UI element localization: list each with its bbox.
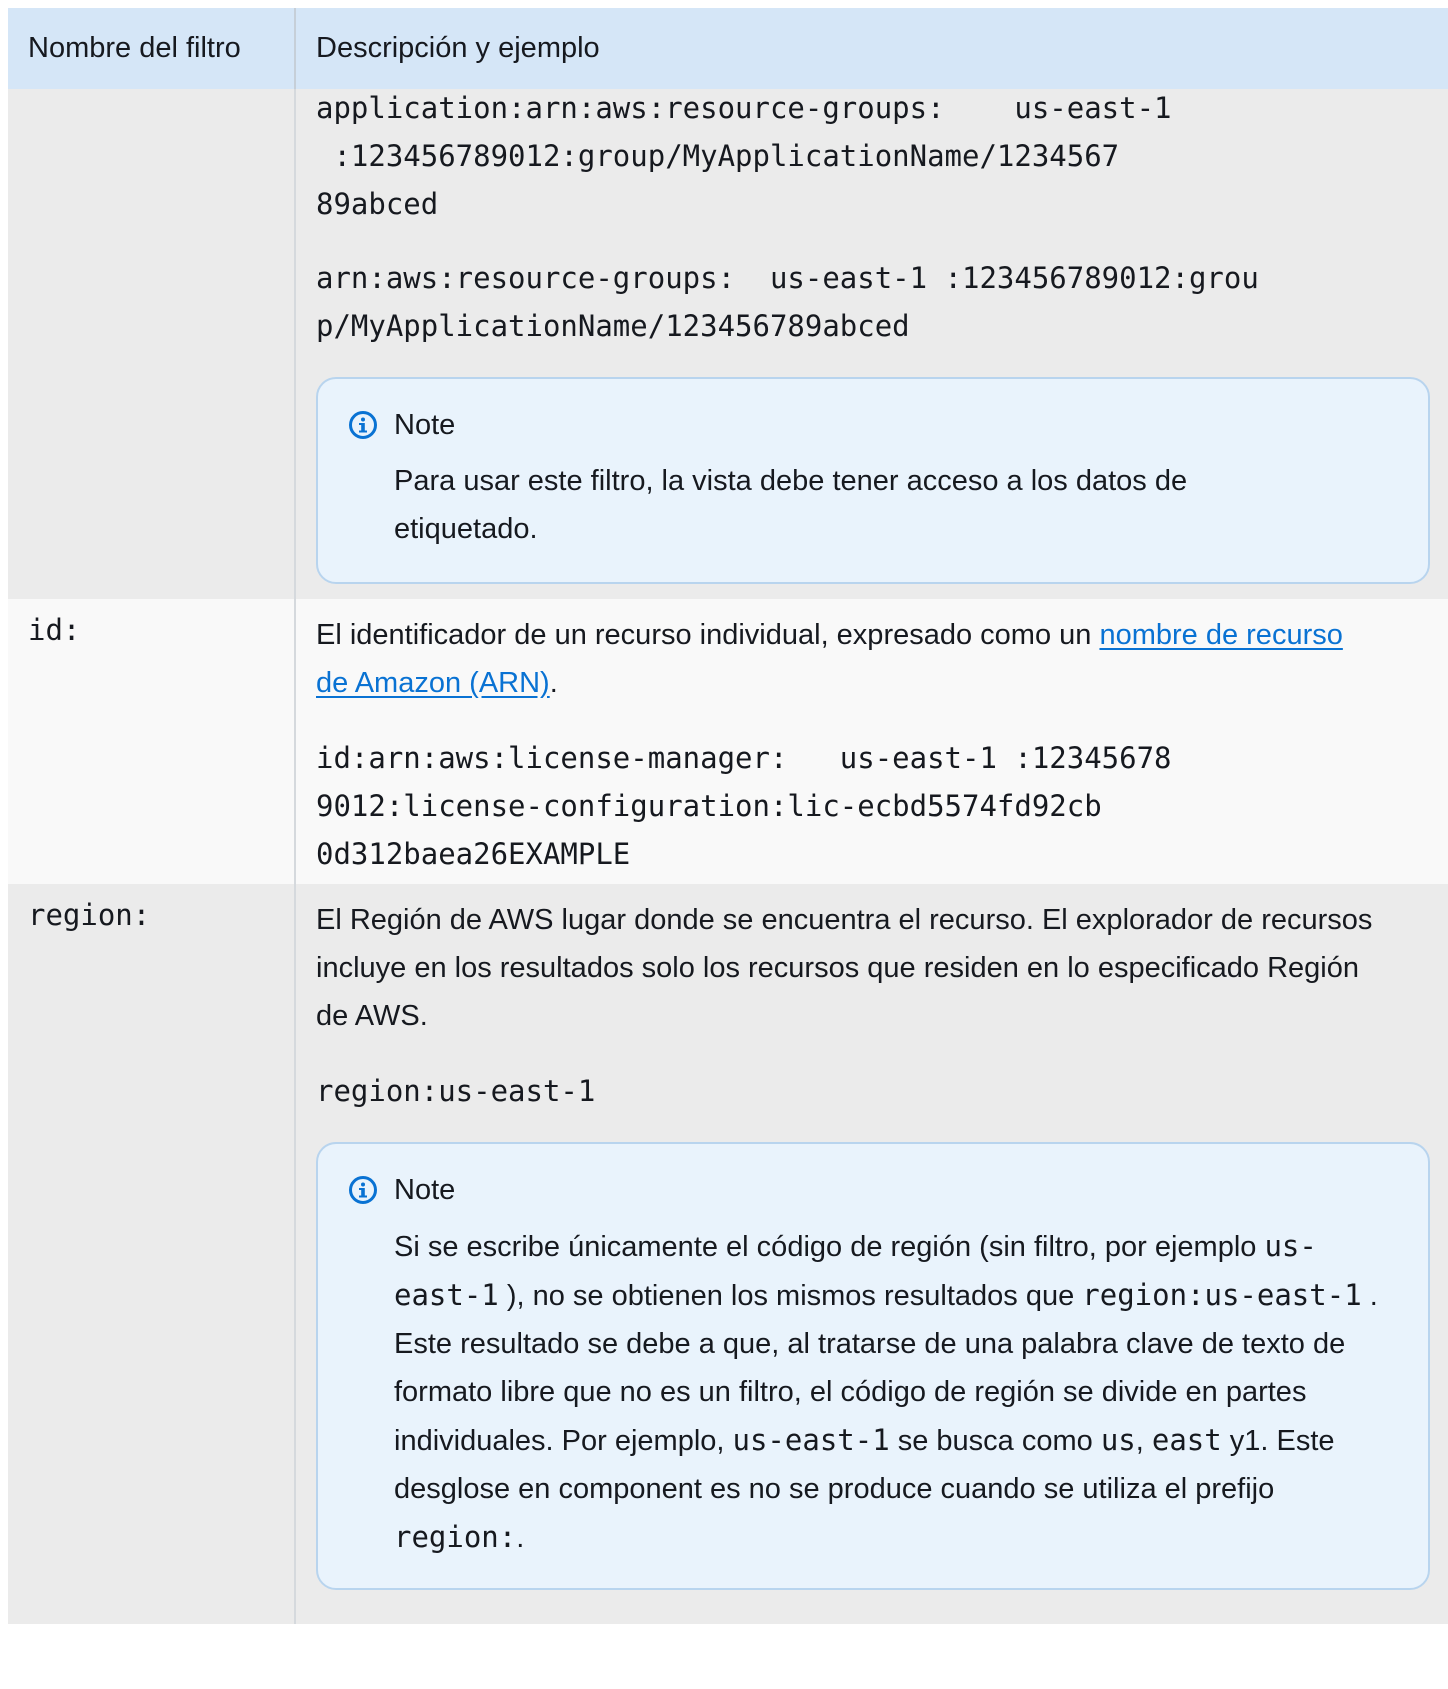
inline-code: east xyxy=(1151,1423,1222,1457)
inline-code: us xyxy=(1100,1423,1136,1457)
note-text: Para usar este filtro, la vista debe ten… xyxy=(394,465,1188,545)
note-callout: Note Si se escribe únicamente el código … xyxy=(316,1142,1430,1590)
filter-name xyxy=(8,89,294,113)
filter-name: id: xyxy=(28,613,81,647)
code-line: application:arn:aws:resource-groups: us-… xyxy=(316,91,1172,125)
code-line: id:arn:aws:license-manager: us-east-1 :1… xyxy=(316,741,1172,775)
note-callout: Note Para usar este filtro, la vista deb… xyxy=(316,377,1430,584)
note-text-part: , xyxy=(1135,1425,1152,1457)
description-text: El identificador de un recurso individua… xyxy=(316,619,1100,651)
code-example: arn:aws:resource-groups: us-east-1 :1234… xyxy=(316,254,1430,350)
info-circle-icon xyxy=(349,1176,377,1204)
note-text-part: se busca como xyxy=(889,1425,1101,1457)
code-line: arn:aws:resource-groups: us-east-1 :1234… xyxy=(316,261,1259,295)
code-example: id:arn:aws:license-manager: us-east-1 :1… xyxy=(316,734,1430,878)
filter-description: El identificador de un recurso individua… xyxy=(316,611,1430,707)
filter-name: region: xyxy=(28,898,151,932)
code-example: application:arn:aws:resource-groups: us-… xyxy=(316,84,1430,228)
code-line: 89abced xyxy=(316,187,439,221)
note-text: Si se escribe únicamente el código de re… xyxy=(348,1222,1398,1562)
filter-name-cell: id: xyxy=(8,599,296,884)
code-line: :123456789012:group/MyApplicationName/12… xyxy=(316,139,1120,173)
filter-name-cell: region: xyxy=(8,884,296,1624)
header-filter-name: Nombre del filtro xyxy=(8,8,296,89)
header-description: Descripción y ejemplo xyxy=(295,8,1448,89)
filter-description: El Región de AWS lugar donde se encuentr… xyxy=(316,904,1373,1032)
description-cell: El Región de AWS lugar donde se encuentr… xyxy=(295,884,1448,1624)
description-text: . xyxy=(549,667,558,699)
table-header-row: Nombre del filtro Descripción y ejemplo xyxy=(8,8,1448,89)
info-circle-icon xyxy=(349,411,377,439)
note-text-part: Si se escribe únicamente el código de re… xyxy=(394,1231,1265,1263)
table-row: application:arn:aws:resource-groups: us-… xyxy=(8,89,1448,599)
description-cell: application:arn:aws:resource-groups: us-… xyxy=(295,89,1448,599)
note-title: Note xyxy=(394,409,456,441)
note-text-part: . xyxy=(516,1522,525,1554)
code-line: 9012:license-configuration:lic-ecbd5574f… xyxy=(316,789,1102,823)
description-cell: El identificador de un recurso individua… xyxy=(295,599,1448,884)
inline-code: us-east-1 xyxy=(732,1423,890,1457)
filter-name-cell xyxy=(8,89,296,599)
inline-code: region: xyxy=(394,1520,517,1554)
filters-table: Nombre del filtro Descripción y ejemplo … xyxy=(8,8,1448,1624)
code-example: region:us-east-1 xyxy=(316,1074,596,1108)
inline-code: region:us-east-1 xyxy=(1082,1278,1362,1312)
code-line: p/MyApplicationName/123456789abced xyxy=(316,309,910,343)
table-row: id: El identificador de un recurso indiv… xyxy=(8,599,1448,884)
code-line: 0d312baea26EXAMPLE xyxy=(316,837,631,871)
note-title: Note xyxy=(394,1174,456,1206)
table-row: region: El Región de AWS lugar donde se … xyxy=(8,884,1448,1624)
note-text-part: ), no se obtienen los mismos resultados … xyxy=(498,1280,1083,1312)
